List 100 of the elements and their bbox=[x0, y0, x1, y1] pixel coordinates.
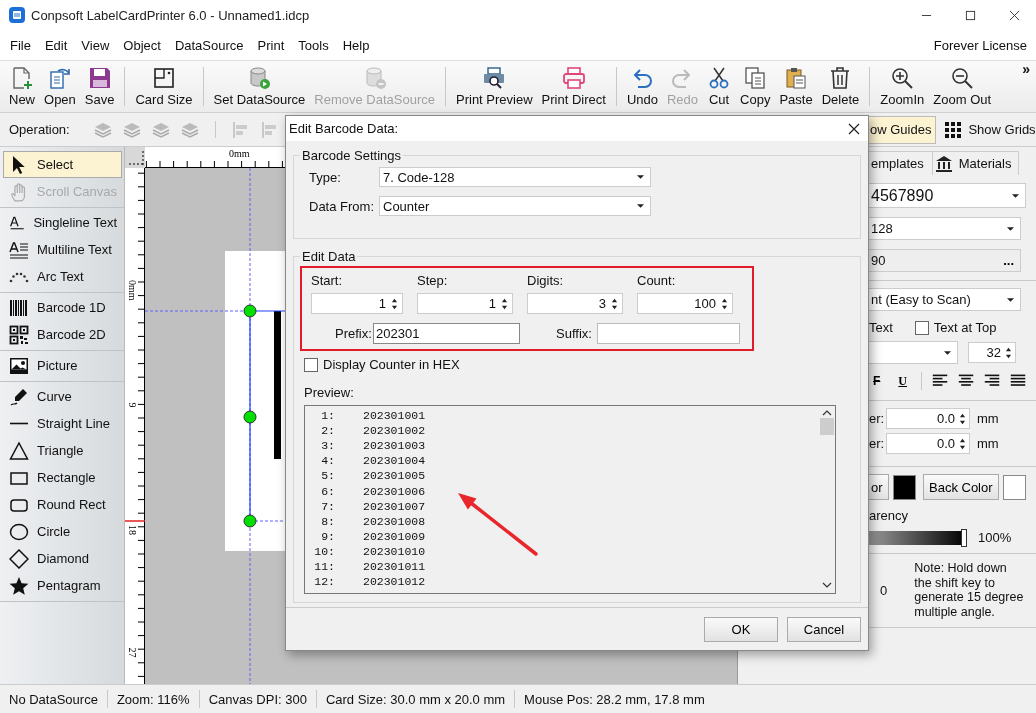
dropdown[interactable]: Counter bbox=[379, 196, 651, 216]
toolbar-button[interactable]: Copy bbox=[737, 66, 774, 107]
overflow-button[interactable]: » bbox=[1022, 61, 1030, 77]
row-value: 202301008 bbox=[363, 514, 426, 528]
menu-item[interactable]: Help bbox=[342, 37, 370, 53]
note-text: Note: Hold down the shift key to generate 15 degree multiple angle. bbox=[914, 561, 1025, 619]
menu-item[interactable]: View bbox=[81, 37, 110, 53]
tool-item[interactable]: Round Rect bbox=[3, 491, 122, 518]
ruler-label: 18 bbox=[127, 525, 138, 535]
dialog-title: Edit Barcode Data: bbox=[289, 121, 399, 136]
toggle-button[interactable]: ow Guides bbox=[869, 115, 937, 144]
field-label: Type: bbox=[309, 169, 342, 185]
offset-label: er: bbox=[869, 411, 883, 426]
menu-item[interactable]: DataSource bbox=[174, 37, 244, 53]
row-number: 3: bbox=[320, 439, 335, 453]
toolbar-button[interactable]: ZoomIn bbox=[877, 66, 928, 107]
tool-item[interactable]: Straight Line bbox=[3, 410, 122, 437]
toolbar-button[interactable]: Save bbox=[81, 66, 118, 107]
data-field[interactable]: 90 bbox=[869, 253, 886, 268]
row-number: 5: bbox=[320, 469, 335, 483]
field-label: Start: bbox=[311, 273, 344, 288]
menu-item[interactable]: File bbox=[10, 37, 31, 53]
ruler-label: 27 bbox=[127, 647, 138, 658]
tool-item[interactable]: Multiline Text bbox=[3, 236, 122, 263]
row-number: 7: bbox=[320, 499, 335, 513]
tool-item[interactable]: Singleline Text bbox=[3, 209, 122, 236]
ruler-label: 0mm bbox=[229, 148, 250, 159]
row-value: 202301003 bbox=[363, 439, 426, 453]
number-spinner[interactable]: 0.0 bbox=[886, 408, 970, 429]
row-number: 12: bbox=[313, 575, 335, 589]
strikethrough-button[interactable]: F bbox=[869, 374, 885, 388]
panel-tab[interactable]: emplates bbox=[869, 151, 933, 175]
number-spinner[interactable]: 32 bbox=[968, 342, 1016, 363]
row-number: 4: bbox=[320, 454, 335, 468]
dropdown[interactable]: nt (Easy to Scan) bbox=[869, 288, 1021, 311]
menu-item[interactable]: Object bbox=[123, 37, 161, 53]
row-number: 9: bbox=[320, 529, 335, 543]
toolbar-button[interactable]: Print Direct bbox=[538, 66, 609, 107]
toolbar-button[interactable]: Zoom Out bbox=[930, 66, 995, 107]
prefix-field[interactable]: 202301 bbox=[373, 323, 520, 344]
row-value: 202301012 bbox=[363, 575, 426, 589]
color-button[interactable]: or bbox=[869, 474, 889, 500]
tool-item[interactable]: Diamond bbox=[3, 545, 122, 572]
row-value: 202301007 bbox=[363, 499, 426, 513]
dropdown[interactable]: 128 bbox=[869, 217, 1021, 240]
window-title: Conpsoft LabelCardPrinter 6.0 - Unnamed1.idcp bbox=[31, 7, 310, 23]
toolbar-button[interactable]: Card Size bbox=[132, 66, 196, 107]
unit-label: mm bbox=[977, 411, 999, 426]
number-spinner[interactable]: 1 bbox=[311, 293, 403, 314]
tool-item[interactable]: Barcode 1D bbox=[3, 294, 122, 321]
dropdown[interactable]: 4567890 bbox=[869, 183, 1026, 208]
more-button[interactable]: ... bbox=[997, 253, 1020, 268]
field-label: Step: bbox=[417, 273, 449, 288]
toolbar-button[interactable]: Paste bbox=[776, 66, 816, 107]
tool-item[interactable]: Circle bbox=[3, 518, 122, 545]
row-number: 6: bbox=[320, 484, 335, 498]
status-text: Mouse Pos: 28.2 mm, 17.8 mm bbox=[524, 691, 705, 707]
number-spinner[interactable]: 0.0 bbox=[886, 433, 970, 454]
tool-item[interactable]: Barcode 2D bbox=[3, 321, 122, 348]
field-label: Suffix: bbox=[556, 326, 593, 341]
toolbar-button[interactable]: Cut bbox=[704, 66, 735, 107]
tool-item[interactable]: Rectangle bbox=[3, 464, 122, 491]
dialog-button[interactable]: Cancel bbox=[787, 616, 861, 642]
license-label: Forever License bbox=[933, 37, 1027, 53]
checkbox[interactable]: Text at Top bbox=[914, 320, 997, 335]
toolbar-button[interactable]: Print Preview bbox=[453, 66, 536, 107]
number-spinner[interactable]: 3 bbox=[527, 293, 623, 314]
toolbar-button[interactable]: New bbox=[6, 66, 38, 107]
rotation-value: 0 bbox=[880, 582, 888, 598]
toolbar-button[interactable]: Open bbox=[41, 66, 79, 107]
row-value: 202301009 bbox=[363, 529, 426, 543]
tool-item[interactable]: Triangle bbox=[3, 437, 122, 464]
menu-item[interactable]: Tools bbox=[298, 37, 329, 53]
number-spinner[interactable]: 1 bbox=[417, 293, 513, 314]
row-value: 202301005 bbox=[363, 469, 426, 483]
toolbar-button[interactable]: Delete bbox=[818, 66, 863, 107]
group-title: Edit Data bbox=[301, 249, 357, 264]
row-value: 202301011 bbox=[363, 560, 426, 573]
color-button[interactable]: Back Color bbox=[923, 474, 999, 500]
transparency-value: 100% bbox=[978, 530, 1012, 545]
tool-item[interactable]: Picture bbox=[3, 352, 122, 379]
dialog-button[interactable]: OK bbox=[704, 616, 778, 642]
toolbar-button[interactable]: Set DataSource bbox=[210, 66, 309, 107]
tool-item[interactable]: Arc Text bbox=[3, 263, 122, 290]
menu-item[interactable]: Edit bbox=[44, 37, 68, 53]
menu-item[interactable]: Print bbox=[257, 37, 285, 53]
checkbox[interactable]: Display Counter in HEX bbox=[304, 357, 852, 372]
underline-button[interactable]: U bbox=[894, 373, 911, 389]
toggle-button[interactable]: Show Grids bbox=[939, 115, 1036, 144]
panel-tab[interactable]: Materials bbox=[932, 151, 1019, 175]
dropdown[interactable]: 7. Code-128 bbox=[379, 167, 651, 187]
group-title: Barcode Settings bbox=[301, 148, 402, 163]
number-spinner[interactable]: 100 bbox=[637, 293, 733, 314]
toolbar-button[interactable]: Undo bbox=[623, 66, 661, 107]
row-number: 11: bbox=[313, 560, 335, 573]
row-value: 202301002 bbox=[363, 424, 426, 438]
field-label: Digits: bbox=[527, 273, 565, 288]
tool-item[interactable]: Pentagram bbox=[3, 572, 122, 599]
tool-item[interactable]: Select bbox=[3, 151, 122, 178]
tool-item[interactable]: Curve bbox=[3, 383, 122, 410]
